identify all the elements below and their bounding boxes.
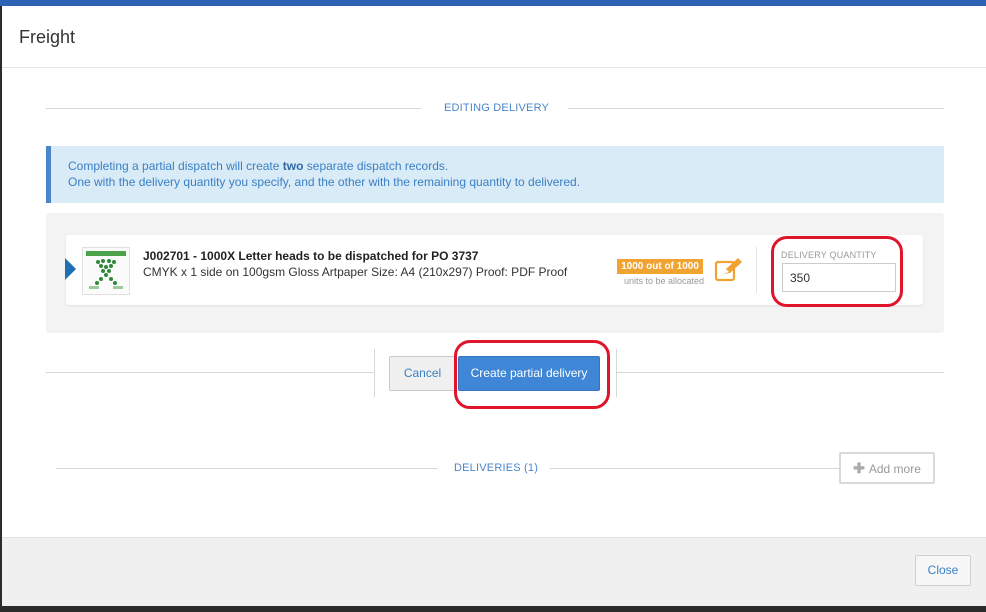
section-divider-left — [46, 108, 421, 109]
add-more-label: Add more — [868, 462, 921, 476]
allocation-badge: 1000 out of 1000 — [617, 259, 703, 274]
vertical-divider — [756, 247, 757, 293]
editing-delivery-heading: EDITING DELIVERY — [444, 102, 550, 114]
modal-footer: Close — [2, 537, 986, 606]
deliveries-divider-right — [550, 468, 839, 469]
item-description: CMYK x 1 side on 100gsm Gloss Artpaper S… — [143, 265, 568, 279]
actions-divider-left — [46, 372, 374, 373]
info-line-1: Completing a partial dispatch will creat… — [68, 159, 449, 173]
pencil-icon[interactable] — [714, 257, 744, 283]
allocation-caption: units to be allocated — [624, 276, 705, 286]
add-more-button[interactable]: ✚ Add more — [839, 452, 935, 484]
freight-modal: Freight EDITING DELIVERY Completing a pa… — [2, 6, 986, 606]
highlight-ring-quantity — [771, 236, 903, 307]
product-thumbnail — [82, 247, 130, 295]
modal-header: Freight — [2, 6, 986, 68]
caret-right-icon — [65, 258, 76, 280]
cancel-button[interactable]: Cancel — [389, 356, 456, 391]
info-line-2: One with the delivery quantity you speci… — [68, 175, 581, 189]
close-button[interactable]: Close — [915, 555, 971, 586]
section-divider-right — [568, 108, 944, 109]
actions-divider-right — [617, 372, 944, 373]
plus-icon: ✚ — [853, 460, 865, 476]
item-title: J002701 - 1000X Letter heads to be dispa… — [143, 249, 479, 263]
info-alert: Completing a partial dispatch will creat… — [46, 146, 944, 203]
deliveries-heading: DELIVERIES (1) — [454, 462, 539, 474]
modal-title: Freight — [19, 27, 76, 47]
deliveries-divider-left — [56, 468, 438, 469]
highlight-ring-create — [454, 340, 610, 409]
